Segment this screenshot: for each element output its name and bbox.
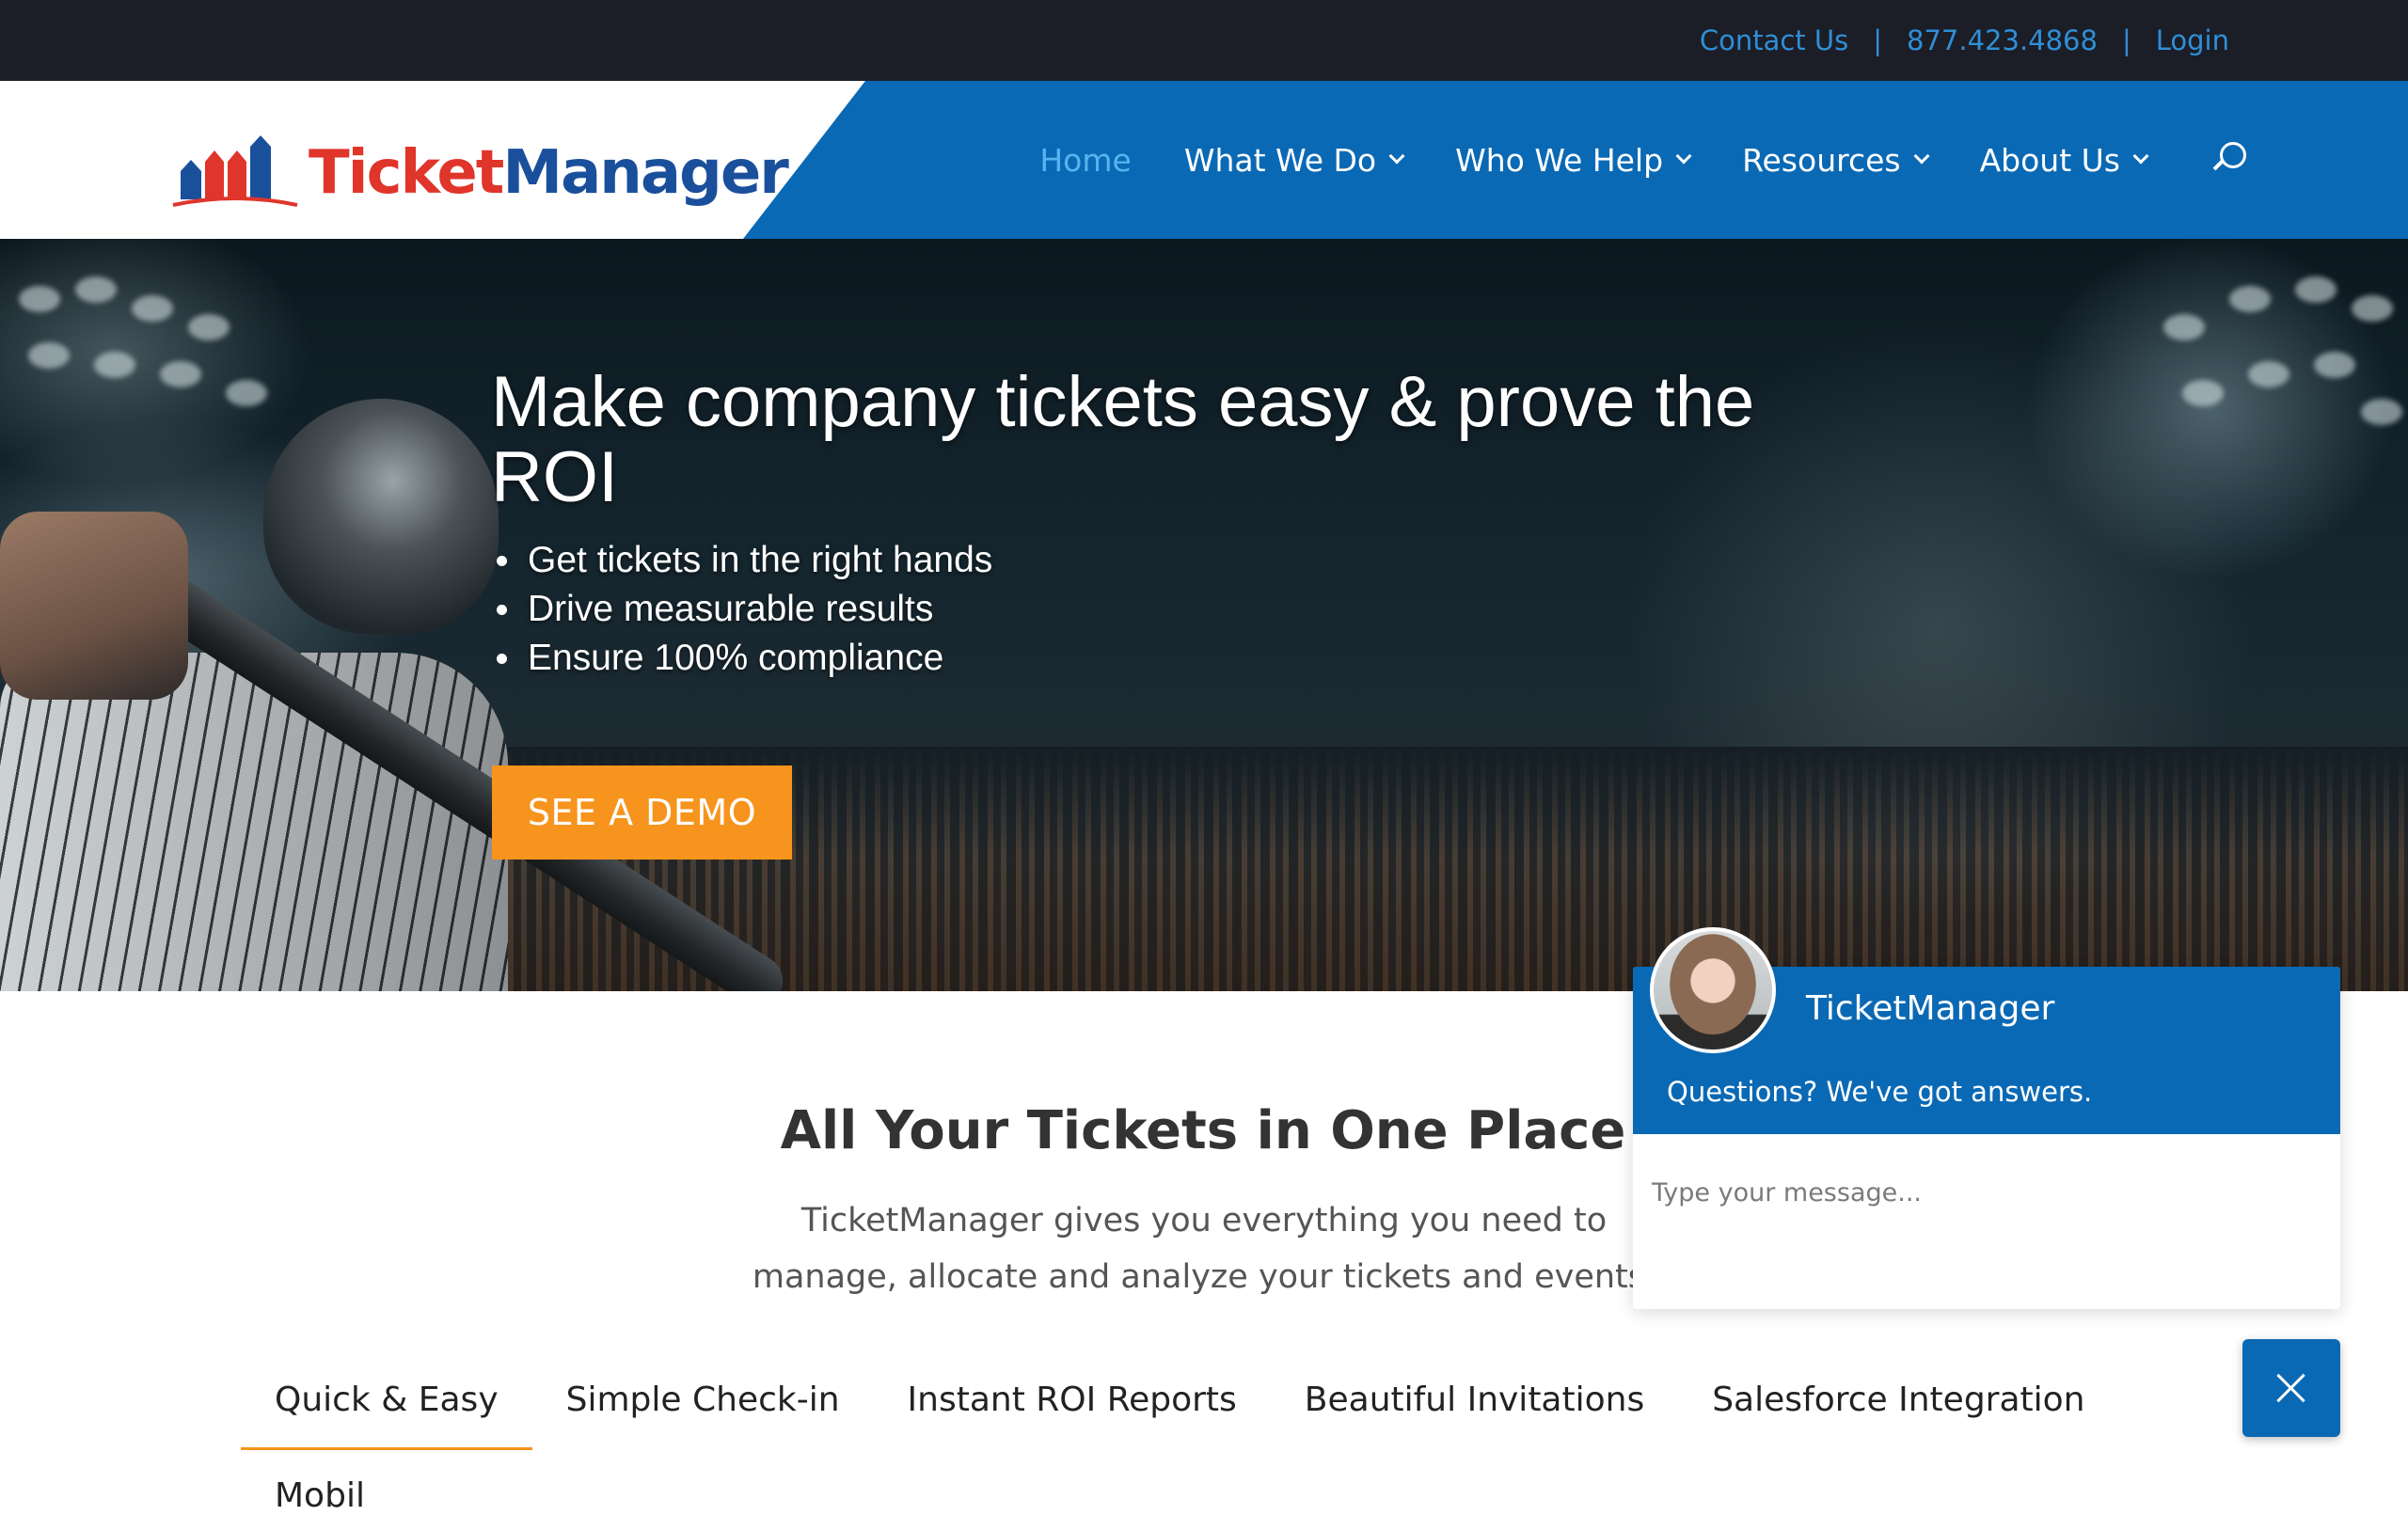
tab-beautiful-invitations[interactable]: Beautiful Invitations [1271, 1354, 1678, 1450]
phone-link[interactable]: 877.423.4868 [1907, 24, 2098, 56]
hero-bullet: Ensure 100% compliance [491, 634, 1902, 683]
chat-agent-name: TicketManager [1806, 989, 2055, 1028]
section-subtitle: TicketManager gives you everything you n… [752, 1202, 1656, 1296]
site-header: TicketManager Home What We Do Who We Hel… [0, 81, 2408, 239]
hero-content: Make company tickets easy & prove the RO… [491, 365, 1902, 683]
ticketmanager-logo[interactable]: TicketManager [169, 117, 789, 211]
contact-us-link[interactable]: Contact Us [1700, 24, 1848, 56]
chevron-down-icon [1675, 148, 1692, 165]
tab-salesforce-integration[interactable]: Salesforce Integration [1678, 1354, 2118, 1450]
hero-bullet: Drive measurable results [491, 585, 1902, 634]
topbar-separator: | [1873, 24, 1883, 56]
nav-item-who-we-help[interactable]: Who We Help [1455, 141, 1692, 179]
chevron-down-icon [1388, 148, 1405, 165]
helmet [263, 399, 499, 634]
search-icon[interactable] [2212, 142, 2248, 178]
hero-banner: Make company tickets easy & prove the RO… [0, 239, 2408, 991]
logo-word-manager: Manager [502, 138, 788, 208]
tab-quick-easy[interactable]: Quick & Easy [241, 1354, 532, 1450]
nav-item-what-we-do[interactable]: What We Do [1183, 141, 1405, 179]
nav-item-resources[interactable]: Resources [1742, 141, 1930, 179]
chevron-down-icon [2132, 148, 2149, 165]
arm [0, 512, 188, 700]
hero-bullet: Get tickets in the right hands [491, 536, 1902, 585]
feature-tabs: Quick & Easy Simple Check-in Instant ROI… [241, 1354, 2118, 1450]
tab-mobile[interactable]: Mobil [275, 1476, 365, 1515]
login-link[interactable]: Login [2156, 24, 2229, 56]
nav-item-home[interactable]: Home [1039, 142, 1131, 179]
tab-simple-check-in[interactable]: Simple Check-in [532, 1354, 874, 1450]
logo-wordmark: TicketManager [309, 143, 789, 211]
see-a-demo-button[interactable]: SEE A DEMO [492, 765, 792, 860]
chat-header: TicketManager Questions? We've got answe… [1633, 927, 2340, 1134]
close-icon[interactable] [2242, 1339, 2340, 1437]
hero-title: Make company tickets easy & prove the RO… [491, 362, 1755, 517]
topbar-separator: | [2121, 24, 2131, 56]
chat-message-input[interactable] [1652, 1155, 2320, 1230]
section-title-text: All Your Tickets in One Place [780, 1100, 1626, 1161]
logo-word-ticket: Ticket [309, 138, 504, 208]
chat-tagline: Questions? We've got answers. [1667, 1076, 2093, 1108]
nav-item-label: About Us [1979, 141, 2120, 179]
main-nav: Home What We Do Who We Help Resources Ab… [987, 81, 2248, 239]
jersey-shade [0, 653, 508, 991]
hero-bullet-list: Get tickets in the right hands Drive mea… [491, 536, 1902, 683]
chat-widget: TicketManager Questions? We've got answe… [1633, 927, 2340, 1309]
nav-item-label: Who We Help [1455, 141, 1664, 179]
tab-instant-roi-reports[interactable]: Instant ROI Reports [874, 1354, 1271, 1450]
topbar-links: Contact Us | 877.423.4868 | Login [1700, 0, 2229, 81]
chevron-down-icon [1913, 148, 1930, 165]
nav-item-label: What We Do [1183, 141, 1377, 179]
nav-item-label: Resources [1742, 141, 1901, 179]
top-utility-bar: Contact Us | 877.423.4868 | Login [0, 0, 2408, 81]
search-icon-ring [2220, 142, 2246, 168]
nav-item-label: Home [1039, 141, 1132, 179]
nav-item-about-us[interactable]: About Us [1979, 141, 2149, 179]
agent-avatar [1650, 927, 1776, 1053]
logo-mark-icon [172, 135, 298, 207]
